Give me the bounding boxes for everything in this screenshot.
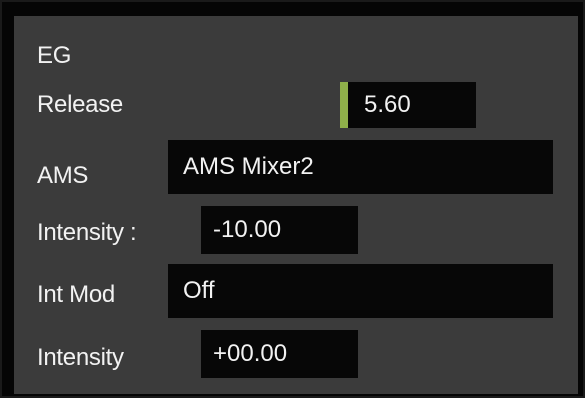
int-mod-intensity-label: Intensity [37,344,124,371]
release-value: 5.60 [364,91,411,118]
intensity-value: -10.00 [213,216,282,243]
intensity-label: Intensity : [37,219,137,246]
ams-value: AMS Mixer2 [183,153,314,180]
int-mod-label: Int Mod [37,281,115,308]
ams-source-field[interactable]: AMS Mixer2 [168,140,553,194]
int-mod-value: Off [183,277,215,304]
intensity-value-field[interactable]: -10.00 [201,206,358,254]
int-mod-intensity-value: +00.00 [213,340,288,367]
release-accent-bar [340,82,348,128]
int-mod-field[interactable]: Off [168,264,553,318]
section-title: EG [37,42,72,69]
int-mod-intensity-field[interactable]: +00.00 [201,330,358,378]
ams-label: AMS [37,162,89,189]
screen-frame: EG Release 5.60 AMS AMS Mixer2 Intensity… [0,0,585,398]
release-label: Release [37,91,123,118]
release-value-field[interactable]: 5.60 [340,82,476,128]
eg-panel: EG Release 5.60 AMS AMS Mixer2 Intensity… [14,16,578,394]
